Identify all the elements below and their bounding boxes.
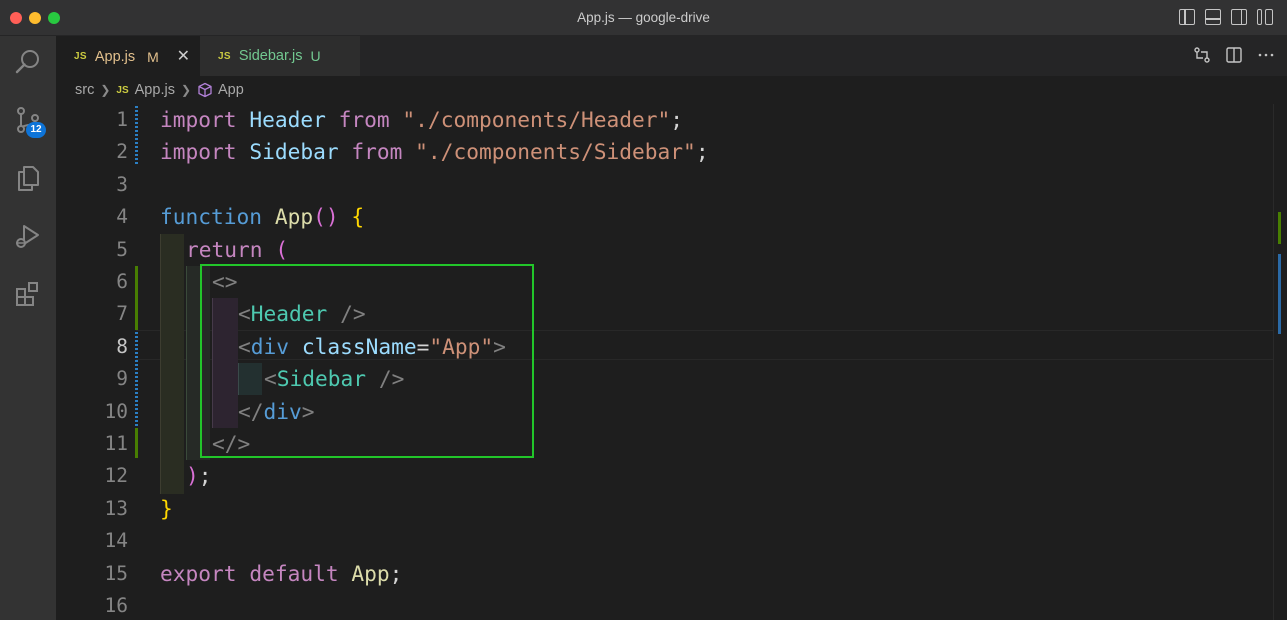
compare-changes-icon[interactable] — [1193, 46, 1211, 64]
punctuation: ; — [695, 139, 709, 165]
line-number: 16 — [104, 594, 128, 617]
line-number: 4 — [116, 205, 128, 229]
more-actions-icon[interactable] — [1257, 46, 1275, 64]
search-icon — [15, 50, 39, 74]
customize-layout-icon[interactable] — [1257, 9, 1273, 25]
punctuation: ; — [198, 463, 212, 489]
line-number: 11 — [104, 432, 128, 455]
toggle-secondary-sidebar-icon[interactable] — [1231, 9, 1247, 25]
string-literal: "./components/Sidebar" — [415, 139, 696, 165]
keyword: from — [338, 107, 390, 132]
keyword: function — [160, 204, 263, 230]
source-control-button[interactable]: 12 — [0, 96, 56, 144]
symbol-class-icon — [198, 82, 212, 98]
keyword: import — [160, 139, 237, 165]
code-line-12: ); — [186, 460, 212, 492]
keyword: return — [186, 236, 263, 262]
line-number: 14 — [104, 529, 128, 553]
editor-actions — [1193, 46, 1275, 64]
punctuation: } — [160, 495, 173, 521]
line-number: 13 — [104, 496, 128, 520]
line-number: 9 — [116, 367, 128, 391]
scrollbar-change-marker — [1278, 212, 1281, 244]
punctuation: { — [351, 204, 365, 230]
function-name: App — [274, 204, 314, 230]
string-literal: "./components/Header" — [402, 107, 671, 132]
tab-untracked-indicator: U — [310, 48, 321, 64]
activity-bar: 12 — [0, 36, 56, 620]
scrollbar-change-marker — [1278, 254, 1281, 334]
breadcrumb-symbol[interactable]: App — [218, 82, 244, 98]
line-number: 3 — [116, 172, 128, 196]
keyword: default — [249, 560, 339, 586]
line-number-active: 8 — [116, 334, 128, 358]
title-bar: App.js — google-drive — [0, 0, 1287, 36]
punctuation: ; — [389, 560, 403, 586]
punctuation: ; — [670, 107, 684, 132]
git-modified-marker — [135, 332, 138, 428]
explorer-search-button[interactable] — [0, 38, 56, 86]
breadcrumb: src ❯ JS App.js ❯ App — [56, 76, 1287, 104]
line-number: 15 — [104, 561, 128, 585]
tab-label: Sidebar.js — [238, 48, 303, 64]
punctuation: ( — [275, 236, 289, 262]
line-number: 7 — [116, 302, 128, 326]
line-number: 2 — [116, 140, 128, 164]
line-number: 10 — [104, 399, 128, 423]
run-debug-icon — [16, 225, 39, 248]
run-debug-button[interactable] — [0, 212, 56, 260]
tab-label: App.js — [94, 48, 136, 65]
line-number-gutter: 1 2 3 4 5 6 7 8 9 10 11 12 13 14 15 16 — [56, 104, 136, 620]
chevron-right-icon: ❯ — [180, 83, 192, 97]
git-modified-marker — [135, 106, 138, 166]
extensions-button[interactable] — [0, 270, 56, 318]
keyword: from — [351, 139, 403, 165]
punctuation: ) — [186, 463, 199, 489]
window-title: App.js — google-drive — [577, 10, 710, 25]
git-added-marker — [135, 428, 138, 458]
code-line-5: return ( — [186, 234, 288, 266]
code-line-2: import Sidebar from "./components/Sideba… — [160, 136, 709, 168]
files-icon — [18, 166, 39, 191]
code-line-4: function App() { — [160, 201, 364, 233]
line-number: 1 — [116, 108, 128, 131]
split-editor-icon[interactable] — [1225, 46, 1243, 64]
highlight-annotation-box — [200, 264, 534, 458]
vertical-scrollbar[interactable] — [1273, 104, 1287, 620]
tab-modified-indicator: M — [147, 48, 159, 65]
keyword: import — [160, 107, 237, 132]
js-file-icon: JS — [74, 51, 87, 62]
tab-app-js[interactable]: JS App.js M ✕ — [56, 36, 200, 76]
punctuation: () — [313, 204, 339, 230]
identifier: App — [351, 560, 390, 586]
layout-controls — [1179, 9, 1273, 25]
tab-sidebar-js[interactable]: JS Sidebar.js U — [200, 36, 360, 76]
identifier: Header — [249, 107, 326, 132]
git-added-marker — [135, 266, 138, 330]
scm-badge: 12 — [26, 122, 46, 138]
close-icon[interactable]: ✕ — [177, 49, 190, 65]
keyword: export — [160, 560, 237, 586]
toggle-primary-sidebar-icon[interactable] — [1179, 9, 1195, 25]
breadcrumb-folder[interactable]: src — [75, 82, 94, 98]
line-number: 5 — [116, 237, 128, 261]
tab-bar: JS App.js M ✕ JS Sidebar.js U — [56, 36, 1287, 76]
chevron-right-icon: ❯ — [100, 83, 111, 97]
toggle-panel-icon[interactable] — [1205, 9, 1221, 25]
code-line-15: export default App; — [160, 558, 402, 590]
explorer-button[interactable] — [0, 154, 56, 202]
identifier: Sidebar — [249, 139, 339, 165]
js-file-icon: JS — [218, 50, 231, 62]
code-line-1: import Header from "./components/Header"… — [160, 104, 683, 136]
code-line-13: } — [160, 493, 173, 525]
js-file-icon: JS — [116, 84, 129, 96]
extensions-icon — [16, 282, 38, 306]
line-number: 12 — [104, 464, 128, 488]
breadcrumb-file[interactable]: App.js — [135, 82, 175, 98]
line-number: 6 — [116, 270, 128, 293]
